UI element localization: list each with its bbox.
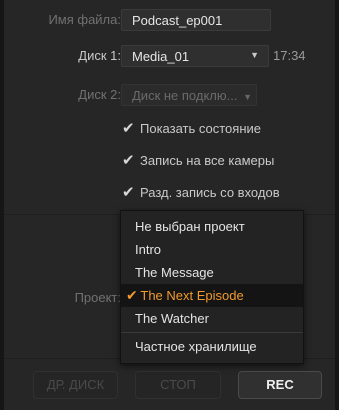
filename-label: Имя файла: [48, 12, 121, 27]
disk2-label: Диск 2: [78, 87, 121, 102]
disk1-label: Диск 1: [78, 48, 121, 63]
check-icon: ✔ [126, 287, 138, 303]
menu-item-label: The Next Episode [140, 288, 244, 303]
menu-item-the-message[interactable]: The Message [121, 261, 303, 284]
menu-item-the-watcher[interactable]: The Watcher [121, 307, 303, 330]
disk1-select[interactable]: Media_01 ▼ [121, 45, 269, 67]
check-icon: ✔ [122, 184, 135, 201]
disk2-value: Диск не подклю... [132, 88, 238, 103]
check-icon: ✔ [122, 152, 135, 169]
filename-row: Имя файла: Podcast_ep001 [4, 5, 335, 33]
chevron-down-icon: ▼ [250, 50, 259, 60]
disk2-row: Диск 2: Диск не подклю... ▼ [4, 80, 335, 108]
project-label: Проект: [74, 290, 121, 305]
filename-input[interactable]: Podcast_ep001 [121, 9, 271, 31]
checkbox-label: Запись на все камеры [140, 153, 275, 168]
menu-item-private-storage[interactable]: Частное хранилище [121, 335, 303, 358]
disk1-time: 17:34 [273, 48, 306, 63]
checkbox-show-status[interactable]: ✔ Показать состояние [122, 119, 261, 139]
menu-item-the-next-episode[interactable]: ✔ The Next Episode [121, 284, 303, 307]
stop-button[interactable]: СТОП [135, 371, 221, 399]
menu-item-intro[interactable]: Intro [121, 238, 303, 261]
chevron-down-icon: ▼ [243, 92, 253, 102]
filename-value: Podcast_ep001 [132, 13, 223, 28]
project-dropdown-menu: Не выбран проект Intro The Message ✔ The… [120, 210, 304, 364]
checkbox-label: Разд. запись со входов [140, 185, 280, 200]
disk1-row: Диск 1: Media_01 ▼ 17:34 [4, 41, 335, 69]
rec-button[interactable]: REC [238, 371, 322, 399]
check-icon: ✔ [122, 120, 135, 137]
menu-item-no-project[interactable]: Не выбран проект [121, 215, 303, 238]
disk2-select: Диск не подклю... ▼ [121, 84, 257, 106]
checkbox-label: Показать состояние [140, 121, 261, 136]
checkbox-record-all-cameras[interactable]: ✔ Запись на все камеры [122, 151, 274, 171]
menu-separator [121, 332, 303, 333]
recording-settings-panel: Имя файла: Podcast_ep001 Диск 1: Media_0… [4, 0, 335, 410]
disk1-value: Media_01 [132, 49, 190, 64]
checkbox-separate-input-recording[interactable]: ✔ Разд. запись со входов [122, 183, 280, 203]
other-disk-button[interactable]: ДР. ДИСК [33, 371, 118, 399]
